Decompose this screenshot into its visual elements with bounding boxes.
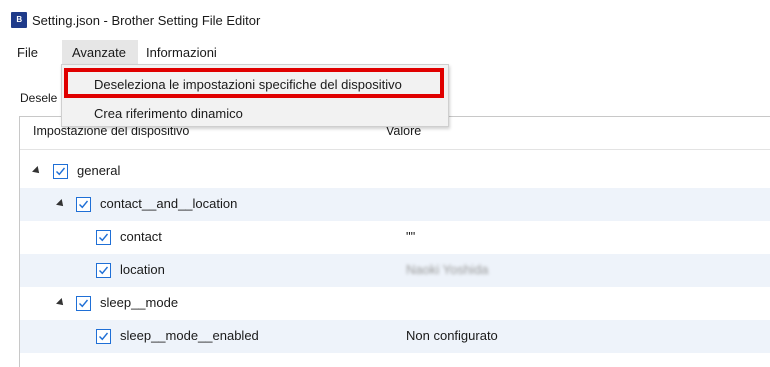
tree-row-sleep-mode-enabled[interactable]: sleep__mode__enabled Non configurato [20,320,770,353]
app-logo-icon: B [11,12,27,28]
checkbox-contact[interactable] [96,230,111,245]
expand-arrow-icon[interactable] [56,199,66,209]
checkmark-icon [99,233,109,242]
checkmark-icon [99,332,109,341]
tree-row-location[interactable]: location Naoki Yoshida [20,254,770,287]
menu-avanzate[interactable]: Avanzate [72,44,126,61]
tree-row-contact[interactable]: contact "" [20,221,770,254]
tree-value[interactable]: Non configurato [406,328,498,344]
expand-arrow-icon[interactable] [56,298,66,308]
tree-value-redacted[interactable]: Naoki Yoshida [406,262,488,278]
checkmark-icon [56,167,66,176]
window-title: Setting.json - Brother Setting File Edit… [32,13,261,28]
header-divider [20,149,770,150]
highlight-box [64,68,444,98]
title-bar: B Setting.json - Brother Setting File Ed… [0,0,770,40]
checkbox-location[interactable] [96,263,111,278]
tree-label: sleep__mode [100,295,179,310]
tree-row-general[interactable]: general [20,155,770,188]
tree-row-sleep-mode[interactable]: sleep__mode [20,287,770,320]
checkmark-icon [79,200,89,209]
tree-label: sleep__mode__enabled [120,328,259,343]
checkbox-contact-and-location[interactable] [76,197,91,212]
tree-label: contact__and__location [100,196,238,211]
tree-label: contact [120,229,162,244]
checkbox-general[interactable] [53,164,68,179]
expand-arrow-icon[interactable] [32,166,42,176]
tree-value[interactable]: "" [406,229,415,245]
menu-item-create-dynamic-reference[interactable]: Crea riferimento dinamico [94,105,243,122]
checkmark-icon [79,299,89,308]
deselect-button-truncated[interactable]: Desele [20,91,57,105]
menu-informazioni[interactable]: Informazioni [146,44,217,61]
tree-label: location [120,262,165,277]
tree-row-contact-and-location[interactable]: contact__and__location [20,188,770,221]
checkmark-icon [99,266,109,275]
checkbox-sleep-mode-enabled[interactable] [96,329,111,344]
checkbox-sleep-mode[interactable] [76,296,91,311]
menu-file[interactable]: File [17,44,38,61]
tree-label: general [77,163,121,178]
